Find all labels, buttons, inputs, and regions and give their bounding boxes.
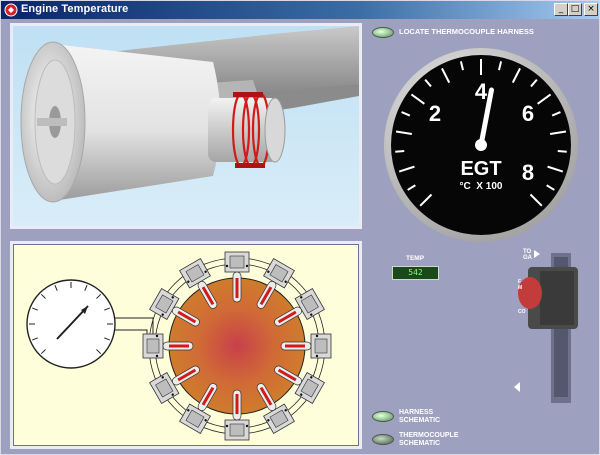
thermocouple-schematic-button[interactable] <box>372 434 394 445</box>
egt-gauge: 2 4 6 8 EGT °C X 100 <box>384 48 578 242</box>
ga-label: GA <box>523 255 533 261</box>
temp-readout: 542 <box>392 266 439 280</box>
engine-nacelle-illustration <box>13 26 359 226</box>
thermocouple-ring-schematic <box>26 251 332 441</box>
window-title: Engine Temperature <box>21 3 129 15</box>
maximize-button[interactable]: □ <box>568 3 582 16</box>
engine-3d-view[interactable] <box>10 23 362 229</box>
close-button[interactable]: × <box>584 3 598 16</box>
minimize-button[interactable]: _ <box>554 3 568 16</box>
egt-tick <box>395 150 405 153</box>
egt-scale-6: 6 <box>522 101 534 126</box>
harness-schematic-label: HARNESS SCHEMATIC <box>399 409 440 425</box>
egt-unit: °C X 100 <box>460 181 503 192</box>
thermocouple-schematic-view[interactable] <box>10 241 362 449</box>
thermocouple-schematic-label: THERMOCOUPLE SCHEMATIC <box>399 432 459 448</box>
harness-schematic-button[interactable] <box>372 411 394 422</box>
thermo-label-line1: THERMOCOUPLE <box>399 432 459 439</box>
harness-label-line2: SCHEMATIC <box>399 417 441 424</box>
harness-label-line1: HARNESS <box>399 409 434 416</box>
egt-scale-4: 4 <box>475 79 488 104</box>
m-label: M <box>518 285 522 291</box>
egt-scale-8: 8 <box>522 160 534 185</box>
temp-label: TEMP <box>406 255 425 262</box>
app-window: Engine Temperature _ □ × LOCATE THERMOCO… <box>0 0 600 455</box>
co-label: CO <box>518 309 526 315</box>
locate-harness-label: LOCATE THERMOCOUPLE HARNESS <box>399 27 534 36</box>
thermo-label-line2: SCHEMATIC <box>399 440 441 447</box>
locate-harness-button[interactable] <box>372 27 394 38</box>
egt-tick <box>557 150 567 153</box>
egt-scale-2: 2 <box>429 101 441 126</box>
title-bar: Engine Temperature _ □ × <box>1 1 599 19</box>
egt-title: EGT <box>460 158 501 180</box>
throttle-lever[interactable]: TO GA F M CO <box>506 247 596 407</box>
engine-app-icon <box>4 3 18 17</box>
small-gauge-icon <box>26 279 116 369</box>
